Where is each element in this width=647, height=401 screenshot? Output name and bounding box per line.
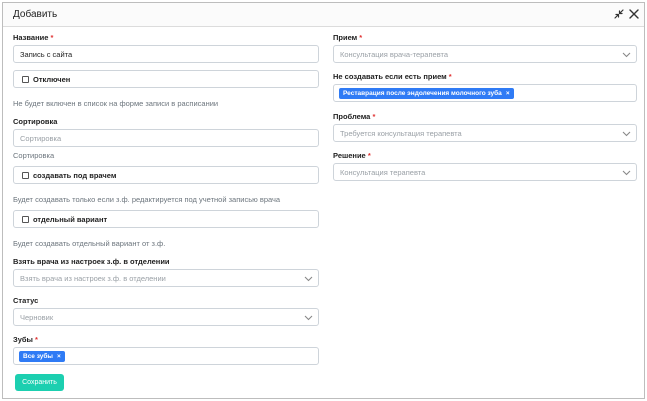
problem-placeholder: Требуется консультация терапевта (340, 129, 462, 138)
no-create-if-label: Не создавать если есть прием * (333, 72, 452, 81)
separate-variant-label: отдельный вариант (33, 215, 108, 224)
appointment-select[interactable]: Консультация врача-терапевта (333, 45, 637, 63)
tag-label: Реставрация после эндолечения молочного … (343, 90, 502, 97)
take-doctor-placeholder: Взять врача из настроек з.ф. в отделении (20, 274, 166, 283)
sort-field[interactable] (13, 129, 319, 147)
disabled-checkbox-label: Отключен (33, 75, 71, 84)
create-under-doctor-hint: Будет создавать только если з.ф. редакти… (13, 195, 281, 204)
tag-label: Все зубы (23, 353, 53, 360)
disabled-checkbox-row[interactable]: Отключен (13, 70, 319, 88)
disabled-hint: Не будет включен в список на форме запис… (13, 99, 219, 108)
name-field[interactable] (13, 45, 319, 63)
appointment-label: Прием * (333, 33, 363, 42)
solution-select[interactable]: Консультация терапевта (333, 163, 637, 181)
problem-select[interactable]: Требуется консультация терапевта (333, 124, 637, 142)
take-doctor-select[interactable]: Взять врача из настроек з.ф. в отделении (13, 269, 319, 287)
chevron-down-icon (622, 51, 631, 58)
sort-hint: Сортировка (13, 151, 55, 160)
chevron-down-icon (622, 169, 631, 176)
dialog-title: Добавить (13, 9, 58, 20)
create-under-doctor-row[interactable]: создавать под врачем (13, 166, 319, 184)
sort-label: Сортировка (13, 117, 58, 126)
tag-restoration: Реставрация после эндолечения молочного … (339, 88, 514, 99)
close-icon[interactable] (627, 7, 641, 21)
take-doctor-label: Взять врача из настроек з.ф. в отделении (13, 257, 170, 266)
create-under-doctor-checkbox[interactable] (22, 172, 29, 179)
separate-variant-hint: Будет создавать отдельный вариант от з.ф… (13, 239, 166, 248)
problem-label: Проблема * (333, 112, 376, 121)
solution-placeholder: Консультация терапевта (340, 168, 426, 177)
minimize-arrows-icon[interactable] (612, 7, 626, 21)
disabled-checkbox[interactable] (22, 76, 29, 83)
status-select[interactable]: Черновик (13, 308, 319, 326)
separate-variant-checkbox[interactable] (22, 216, 29, 223)
name-label: Название * (13, 33, 54, 42)
teeth-label: Зубы * (13, 335, 38, 344)
create-under-doctor-label: создавать под врачем (33, 171, 117, 180)
separate-variant-row[interactable]: отдельный вариант (13, 210, 319, 228)
sort-input[interactable] (14, 130, 318, 146)
appointment-placeholder: Консультация врача-терапевта (340, 50, 449, 59)
status-value: Черновик (20, 313, 54, 322)
save-button[interactable]: Сохранить (15, 374, 64, 391)
tag-remove-icon[interactable]: × (57, 353, 61, 360)
dialog-header: Добавить (3, 3, 644, 27)
tag-remove-icon[interactable]: × (506, 90, 510, 97)
tag-all-teeth: Все зубы × (19, 351, 65, 362)
chevron-down-icon (304, 314, 313, 321)
teeth-multiselect[interactable]: Все зубы × (13, 347, 319, 365)
chevron-down-icon (622, 130, 631, 137)
no-create-if-multiselect[interactable]: Реставрация после эндолечения молочного … (333, 84, 637, 102)
chevron-down-icon (304, 275, 313, 282)
add-dialog: Добавить Название * Отключен Не будет вк… (2, 2, 645, 399)
status-label: Статус (13, 296, 39, 305)
solution-label: Решение * (333, 151, 371, 160)
name-input[interactable] (14, 46, 318, 62)
